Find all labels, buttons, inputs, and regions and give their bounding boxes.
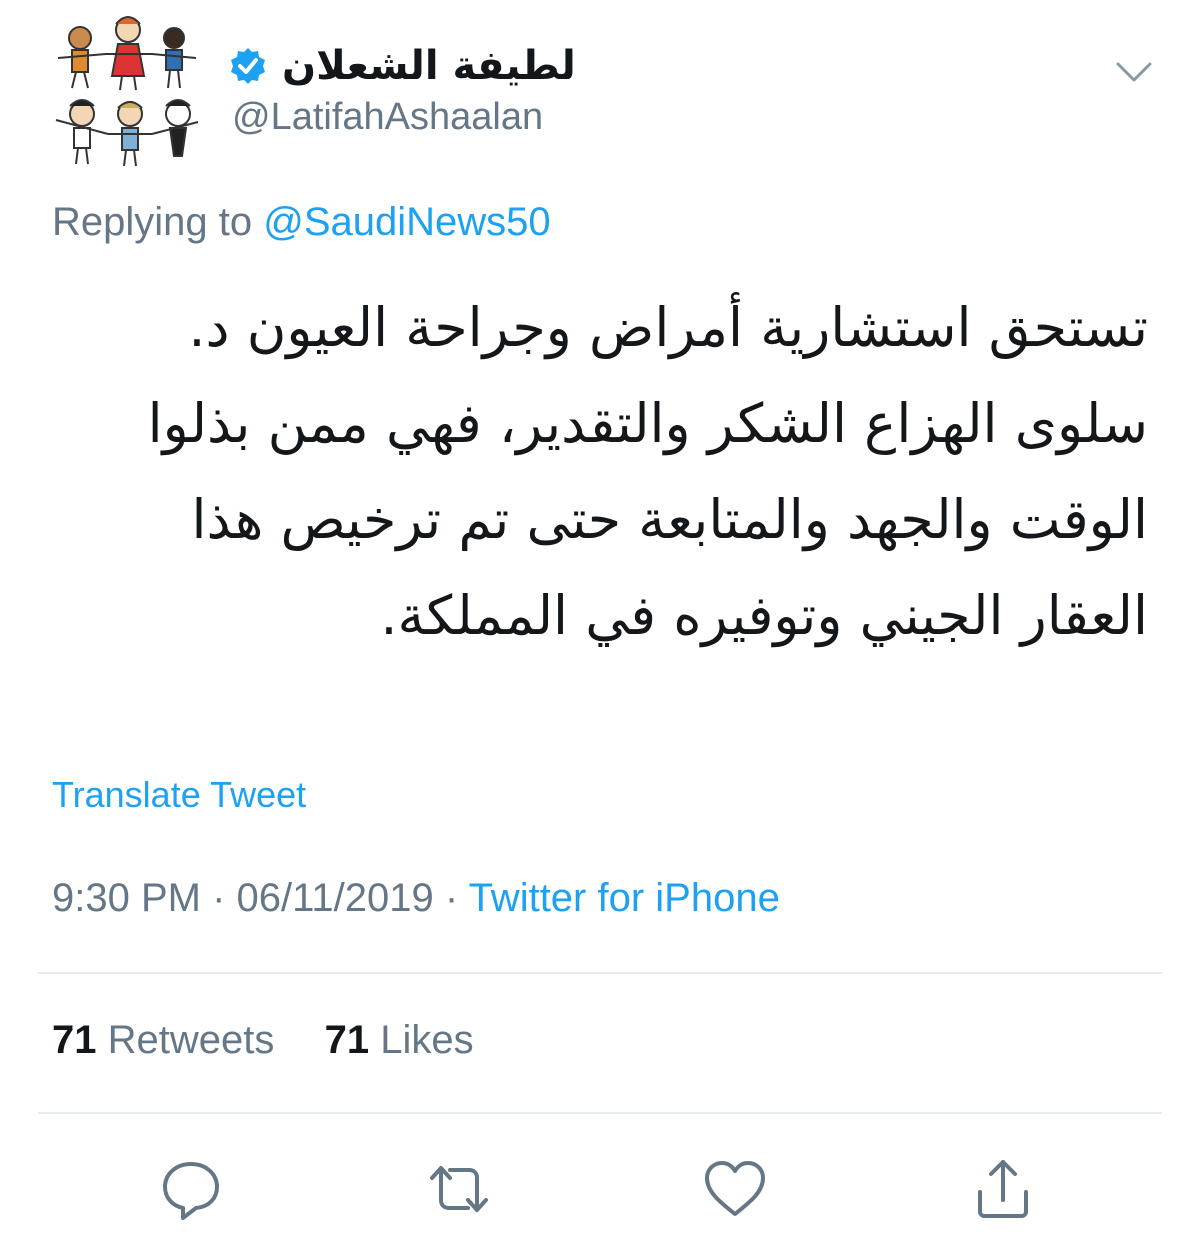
likes-stat[interactable]: 71 Likes — [314, 1018, 474, 1062]
divider — [38, 1112, 1162, 1114]
display-name: لطيفة الشعلان — [282, 43, 576, 89]
tweet-source-link[interactable]: Twitter for iPhone — [469, 876, 780, 920]
avatar[interactable] — [48, 10, 210, 172]
replying-prefix: Replying to — [52, 200, 253, 244]
reply-icon — [163, 1162, 219, 1220]
children-drawing-avatar-icon — [55, 16, 199, 167]
share-button[interactable] — [968, 1154, 1038, 1224]
display-name-row[interactable]: لطيفة الشعلان — [228, 38, 576, 94]
tweet-time: 9:30 PM — [52, 876, 201, 920]
translate-tweet-link[interactable]: Translate Tweet — [52, 774, 306, 816]
share-icon — [978, 1160, 1028, 1218]
retweet-icon — [430, 1166, 488, 1212]
divider — [38, 972, 1162, 974]
tweet-text: تستحق استشارية أمراض وجراحة العيون د. سل… — [52, 280, 1148, 664]
likes-label: Likes — [380, 1018, 474, 1062]
tweet-date: 06/11/2019 — [236, 876, 434, 920]
like-icon — [705, 1161, 765, 1216]
tweet-text-line: تستحق استشارية أمراض وجراحة العيون د. — [188, 296, 1148, 359]
retweets-count: 71 — [52, 1018, 97, 1062]
meta-separator: · — [200, 876, 237, 920]
replying-to: Replying to @SaudiNews50 — [52, 200, 551, 245]
tweet-text-line: العقار الجيني وتوفيره في المملكة. — [380, 584, 1148, 647]
retweets-label: Retweets — [107, 1018, 275, 1062]
action-bar — [0, 1150, 1200, 1230]
user-handle[interactable]: @LatifahAshaalan — [232, 96, 543, 139]
tweet-meta: 9:30 PM · 06/11/2019 · Twitter for iPhon… — [52, 876, 780, 921]
tweet-detail: لطيفة الشعلان @LatifahAshaalan Replying … — [0, 0, 1200, 1254]
chevron-down-icon[interactable] — [1112, 54, 1156, 90]
tweet-stats: 71 Retweets 71 Likes — [52, 1018, 474, 1063]
likes-count: 71 — [324, 1018, 370, 1062]
reply-mention-link[interactable]: @SaudiNews50 — [263, 200, 550, 244]
meta-separator: · — [433, 876, 469, 920]
reply-button[interactable] — [156, 1154, 226, 1224]
tweet-text-line: سلوى الهزاع الشكر والتقدير، فهي ممن بذلو… — [147, 392, 1148, 455]
tweet-text-line: الوقت والجهد والمتابعة حتى تم ترخيص هذا — [191, 488, 1148, 551]
like-button[interactable] — [700, 1154, 770, 1224]
retweets-stat[interactable]: 71 Retweets — [52, 1018, 286, 1062]
retweet-button[interactable] — [424, 1154, 494, 1224]
verified-badge-icon — [228, 46, 268, 86]
